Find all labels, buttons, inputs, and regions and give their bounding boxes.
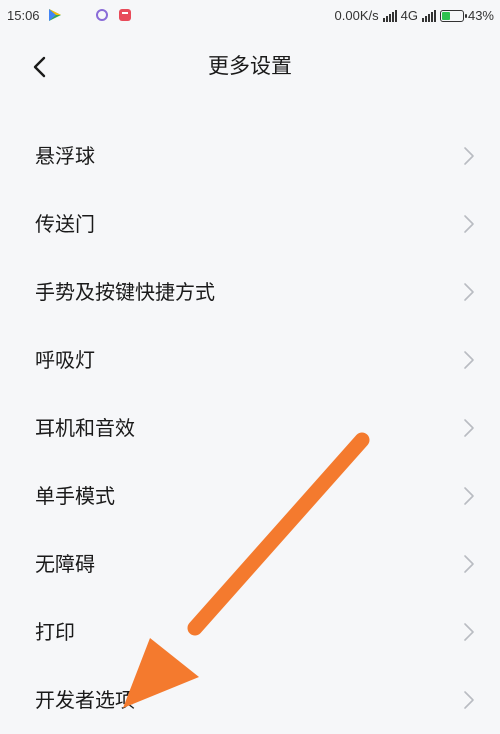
settings-item[interactable]: 单手模式 [0,462,500,530]
settings-item-label: 单手模式 [35,484,115,508]
settings-item-label: 无障碍 [35,552,95,576]
chevron-right-icon [464,283,474,301]
chevron-right-icon [464,419,474,437]
chevron-right-icon [464,555,474,573]
status-bar: 15:06 0.00K/s 4G 43% [0,0,500,32]
signal-icon-2 [421,9,436,22]
settings-item-label: 传送门 [35,212,95,236]
settings-item-label: 悬浮球 [35,144,95,168]
circle-app-icon [95,8,109,22]
signal-icon [382,9,397,22]
settings-item[interactable]: 打印 [0,598,500,666]
status-right: 0.00K/s 4G 43% [335,8,494,23]
settings-item[interactable]: 耳机和音效 [0,394,500,462]
settings-list: 悬浮球传送门手势及按键快捷方式 呼吸灯耳机和音效单手模式无障碍打印开发者选项 [0,122,500,734]
settings-item-label: 耳机和音效 [35,416,135,440]
header: 更多设置 [0,40,500,92]
status-time: 15:06 [7,8,40,23]
settings-item-label: 手势及按键快捷方式 [35,280,215,304]
chevron-right-icon [464,215,474,233]
settings-item[interactable]: 无障碍 [0,530,500,598]
chevron-right-icon [464,351,474,369]
battery-fill [441,11,451,20]
settings-item[interactable]: 呼吸灯 [0,326,500,394]
battery-percent: 43% [467,8,494,23]
play-store-icon [48,8,62,22]
chevron-right-icon [464,147,474,165]
settings-item[interactable]: 悬浮球 [0,122,500,190]
battery-icon [439,9,467,22]
network-speed: 0.00K/s [334,8,379,23]
settings-item-label: 打印 [35,620,75,644]
chevron-right-icon [464,623,474,641]
page-title: 更多设置 [208,54,292,78]
settings-item[interactable]: 开发者选项 [0,666,500,734]
red-app-icon [118,8,132,22]
settings-item[interactable]: 传送门 [0,190,500,258]
chevron-right-icon [464,691,474,709]
settings-item-label: 呼吸灯 [35,348,95,372]
settings-item[interactable]: 手势及按键快捷方式 [0,258,500,326]
settings-item-label: 开发者选项 [35,688,135,712]
network-type: 4G [400,8,418,23]
chevron-right-icon [464,487,474,505]
